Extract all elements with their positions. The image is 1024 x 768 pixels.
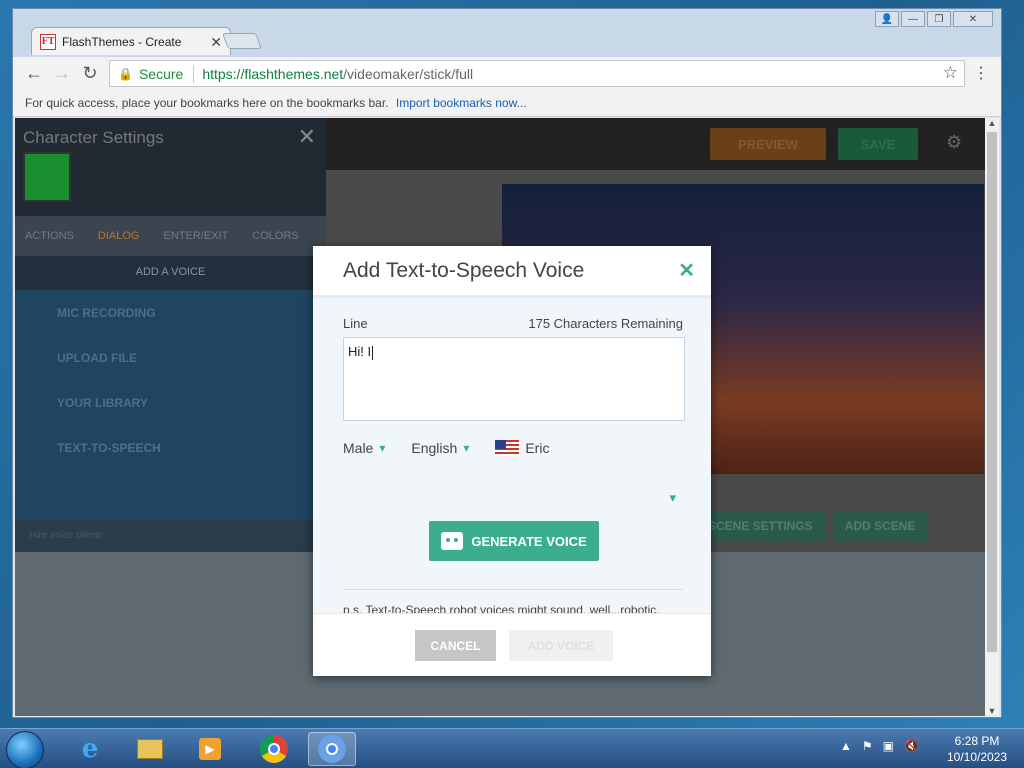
us-flag-icon: [495, 440, 520, 456]
clock[interactable]: 6:28 PM 10/10/2023: [940, 733, 1014, 765]
cancel-button[interactable]: CANCEL: [415, 630, 496, 661]
panel-title: Character Settings: [23, 128, 164, 147]
dialog-footer: CANCEL ADD VOICE: [313, 613, 711, 676]
tab-colors[interactable]: COLORS: [252, 230, 298, 242]
user-icon[interactable]: 👤: [875, 11, 899, 27]
text-to-speech-item[interactable]: TEXT-TO-SPEECH: [15, 425, 326, 470]
title-bar: FT FlashThemes - Create ✕ 👤 — ❐ ✕: [13, 9, 1001, 57]
back-icon[interactable]: ←: [23, 63, 45, 84]
chars-remaining: 175 Characters Remaining: [528, 316, 683, 331]
panel-tabs: ACTIONS DIALOG ENTER/EXIT COLORS: [15, 216, 326, 256]
voice-source-list: MIC RECORDING UPLOAD FILE YOUR LIBRARY T…: [15, 290, 326, 520]
address-bar[interactable]: 🔒 Secure https://flashthemes.net /videom…: [109, 60, 965, 87]
browser-toolbar: ← → ↻ 🔒 Secure https://flashthemes.net /…: [13, 57, 1001, 91]
scroll-down-icon[interactable]: ▼: [985, 706, 999, 716]
reload-icon[interactable]: ↻: [79, 63, 101, 84]
add-scene-button[interactable]: ADD SCENE: [832, 511, 928, 541]
bookmark-star-icon[interactable]: ☆: [943, 63, 958, 83]
tab-enter-exit[interactable]: ENTER/EXIT: [163, 230, 228, 242]
chevron-down-icon: ▾: [379, 441, 386, 455]
flag-alert-icon[interactable]: ⚑: [862, 739, 873, 753]
save-button[interactable]: SAVE: [838, 128, 918, 160]
stage-toolbar: PREVIEW SAVE ⚙: [326, 118, 985, 170]
line-text: Hi! I: [348, 344, 372, 359]
line-row: Line 175 Characters Remaining: [343, 316, 683, 331]
language-select[interactable]: English ▾: [411, 440, 469, 456]
page-scrollbar[interactable]: ▲ ▼: [985, 118, 999, 716]
chrome-icon[interactable]: [250, 732, 298, 766]
browser-window: FT FlashThemes - Create ✕ 👤 — ❐ ✕ ← → ↻ …: [12, 8, 1002, 718]
chromium-icon[interactable]: [308, 732, 356, 766]
preview-button[interactable]: PREVIEW: [710, 128, 826, 160]
scroll-up-icon[interactable]: ▲: [985, 118, 999, 128]
window-close-button[interactable]: ✕: [953, 11, 993, 27]
system-tray: ▲ ⚑ ▣ 🔇: [840, 739, 919, 753]
address-separator: [193, 64, 195, 83]
network-icon[interactable]: ▣: [883, 739, 894, 753]
tray-expand-icon[interactable]: ▲: [840, 739, 852, 753]
scene-settings-button[interactable]: SCENE SETTINGS: [696, 511, 825, 541]
upload-file-item[interactable]: UPLOAD FILE: [15, 335, 326, 380]
tts-dialog: Add Text-to-Speech Voice ✕ Line 175 Char…: [313, 246, 711, 676]
browser-tab[interactable]: FT FlashThemes - Create ✕: [31, 27, 231, 55]
character-thumbnail[interactable]: [23, 152, 71, 202]
chevron-down-icon: ▾: [463, 441, 470, 455]
generate-voice-button[interactable]: GENERATE VOICE: [429, 521, 599, 561]
url-host: https://flashthemes.net: [202, 65, 344, 82]
voice-selectors: Male ▾ English ▾ Eric: [343, 440, 683, 456]
bookmarks-bar: For quick access, place your bookmarks h…: [13, 91, 1001, 117]
page-content: Character Settings ✕ ACTIONS DIALOG ENTE…: [15, 118, 985, 716]
dialog-body: Line 175 Characters Remaining Hi! I Male…: [313, 298, 711, 617]
start-button[interactable]: [6, 731, 44, 768]
panel-close-icon[interactable]: ✕: [298, 124, 316, 150]
panel-header: Character Settings ✕: [15, 118, 326, 216]
chevron-down-icon[interactable]: ▾: [669, 490, 676, 506]
gender-value: Male: [343, 440, 374, 456]
tab-close-icon[interactable]: ✕: [210, 34, 222, 51]
new-tab-button[interactable]: [222, 33, 262, 49]
media-player-icon[interactable]: ▶: [186, 732, 234, 766]
bookmarks-hint: For quick access, place your bookmarks h…: [25, 96, 389, 110]
text-caret: [372, 345, 374, 360]
tab-dialog[interactable]: DIALOG: [98, 230, 140, 242]
clock-date: 10/10/2023: [946, 750, 1008, 764]
url-path: /videomaker/stick/full: [343, 65, 474, 82]
dialog-close-icon[interactable]: ✕: [678, 258, 695, 283]
divider: [343, 589, 683, 590]
voice-value: Eric: [525, 440, 550, 456]
favicon-icon: FT: [40, 33, 56, 50]
maximize-button[interactable]: ❐: [927, 11, 951, 27]
add-voice-heading: ADD A VOICE: [15, 256, 326, 290]
add-voice-button[interactable]: ADD VOICE: [509, 630, 613, 661]
scene-buttons: SCENE SETTINGS ADD SCENE: [696, 511, 928, 541]
gear-icon[interactable]: ⚙: [946, 132, 962, 153]
taskbar: e ▶ ▲ ⚑ ▣ 🔇 6:28 PM 10/10/2023: [0, 728, 1024, 768]
generate-voice-label: GENERATE VOICE: [471, 533, 587, 549]
hire-voice-talent: Hire voice talent:: [15, 520, 326, 550]
clock-time: 6:28 PM: [954, 734, 1000, 748]
lock-icon: 🔒: [118, 66, 133, 81]
line-textarea[interactable]: Hi! I: [343, 337, 685, 421]
volume-muted-icon[interactable]: 🔇: [904, 739, 919, 753]
import-bookmarks-link[interactable]: Import bookmarks now...: [396, 96, 527, 110]
robot-icon: [441, 532, 464, 550]
your-library-item[interactable]: YOUR LIBRARY: [15, 380, 326, 425]
secure-label: Secure: [138, 65, 184, 82]
ie-icon[interactable]: e: [66, 732, 114, 766]
window-controls: 👤 — ❐ ✕: [875, 11, 993, 27]
folder-icon[interactable]: [126, 732, 174, 766]
dialog-header: Add Text-to-Speech Voice ✕: [313, 246, 711, 298]
language-value: English: [411, 440, 458, 456]
gender-select[interactable]: Male ▾: [343, 440, 385, 456]
tab-title: FlashThemes - Create: [62, 34, 182, 49]
tab-actions[interactable]: ACTIONS: [25, 230, 74, 242]
minimize-button[interactable]: —: [901, 11, 925, 27]
forward-icon[interactable]: →: [51, 63, 73, 84]
mic-recording-item[interactable]: MIC RECORDING: [15, 290, 326, 335]
scroll-thumb[interactable]: [987, 132, 997, 652]
line-label: Line: [343, 316, 368, 331]
dialog-title: Add Text-to-Speech Voice: [343, 259, 585, 282]
menu-icon[interactable]: ⋮: [973, 63, 989, 83]
voice-select[interactable]: Eric: [495, 440, 549, 456]
